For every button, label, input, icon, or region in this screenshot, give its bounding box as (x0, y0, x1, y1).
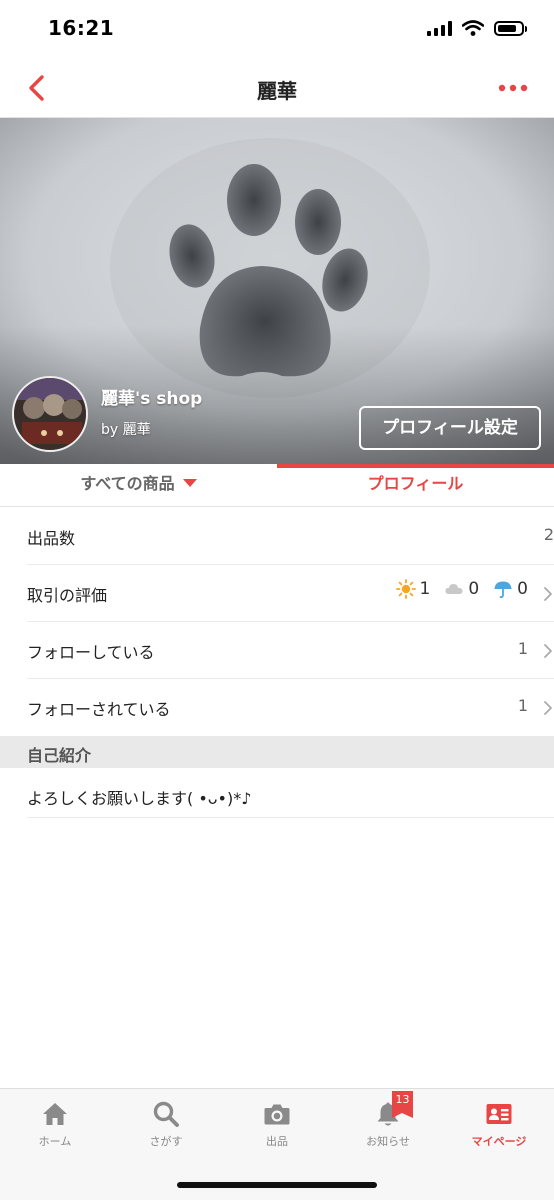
shop-name: 麗華's shop (101, 389, 203, 409)
sun-icon (395, 579, 416, 599)
status-time: 16:21 (48, 16, 115, 40)
tabbar-sell[interactable]: 出品 (237, 1099, 317, 1149)
tabbar-mypage[interactable]: マイページ (459, 1099, 539, 1149)
followers-label: フォローされている (27, 700, 171, 719)
bad-rating-count: 0 (517, 579, 528, 599)
tabbar-search[interactable]: さがす (126, 1099, 206, 1149)
shop-cover: 麗華's shop by 麗華 プロフィール設定 (0, 118, 554, 464)
tabbar-home[interactable]: ホーム (15, 1099, 95, 1149)
shop-tabs: すべての商品 プロフィール (0, 464, 554, 507)
more-options-icon[interactable] (498, 80, 528, 96)
tabbar-sell-label: 出品 (266, 1135, 288, 1148)
listings-label: 出品数 (27, 529, 76, 548)
tabbar-mypage-label: マイページ (471, 1135, 527, 1148)
tab-profile-label: プロフィール (367, 474, 464, 493)
nav-header: 麗華 (0, 60, 554, 118)
profile-card-icon (486, 1104, 512, 1124)
self-intro-header: 自己紹介 (0, 736, 554, 768)
notification-badge: 13 (392, 1091, 413, 1118)
camera-icon (264, 1104, 290, 1125)
home-icon (43, 1103, 67, 1125)
followers-count: 1 (517, 696, 528, 715)
ratings-row[interactable]: 取引の評価 1 0 0 (27, 565, 554, 622)
followers-row[interactable]: フォローされている 1 (27, 679, 554, 736)
home-indicator[interactable] (177, 1182, 377, 1188)
search-icon (153, 1101, 179, 1127)
self-intro-text: よろしくお願いします( •ᴗ•)*♪ (27, 789, 252, 808)
status-bar: 16:21 (0, 0, 554, 60)
shop-owner: by 麗華 (101, 422, 151, 438)
battery-icon (494, 20, 527, 36)
tab-all-items-label: すべての商品 (80, 474, 175, 493)
profile-stats: 出品数 2 取引の評価 1 0 0 フォローしている 1 フォローされている 1 (0, 508, 554, 736)
profile-settings-button[interactable]: プロフィール設定 (359, 406, 541, 450)
chevron-right-icon (544, 701, 552, 715)
normal-rating-count: 0 (468, 579, 480, 599)
tab-profile[interactable]: プロフィール (277, 464, 554, 506)
tabbar-notifications-label: お知らせ (366, 1135, 410, 1148)
chevron-right-icon (544, 644, 552, 658)
following-row[interactable]: フォローしている 1 (27, 622, 554, 679)
shop-avatar[interactable] (12, 376, 88, 452)
caret-down-icon (182, 478, 197, 487)
chevron-right-icon (544, 587, 552, 601)
self-intro: よろしくお願いします( •ᴗ•)*♪ (27, 768, 554, 818)
listings-count: 2 (543, 525, 554, 544)
tabbar-notifications[interactable]: 13 お知らせ (348, 1091, 428, 1149)
listings-row: 出品数 2 (27, 508, 554, 565)
ratings-summary: 1 0 0 (395, 579, 528, 599)
good-rating-count: 1 (419, 579, 431, 599)
wifi-icon (462, 20, 484, 36)
status-icons (427, 20, 527, 36)
ratings-label: 取引の評価 (27, 586, 108, 605)
umbrella-icon (494, 581, 512, 598)
tab-all-items[interactable]: すべての商品 (0, 464, 277, 506)
cellular-signal-icon (427, 20, 452, 36)
tabbar-home-label: ホーム (38, 1135, 72, 1148)
tabbar-search-label: さがす (149, 1135, 183, 1148)
self-intro-heading: 自己紹介 (27, 746, 92, 765)
following-label: フォローしている (27, 643, 155, 662)
page-title: 麗華 (257, 79, 297, 103)
cloud-icon (445, 584, 463, 594)
following-count: 1 (517, 639, 528, 658)
